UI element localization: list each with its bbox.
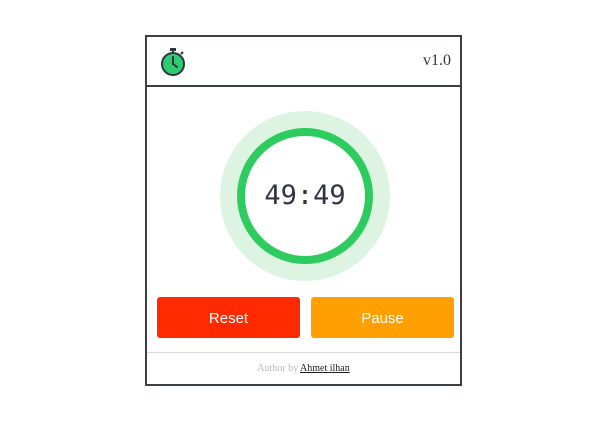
reset-button[interactable]: Reset [157, 297, 300, 338]
stopwatch-icon [159, 47, 187, 77]
author-link[interactable]: Ahmet ilhan [300, 363, 350, 374]
timer-ring: 49:49 [220, 111, 390, 281]
header: v1.0 [147, 37, 460, 87]
timer-card: v1.0 49:49 Reset Pause Author by Ahmet i… [145, 35, 462, 386]
timer-display: 49:49 [264, 180, 346, 211]
pause-button[interactable]: Pause [311, 297, 454, 338]
author-prefix: Author by [257, 363, 301, 374]
version-label: v1.0 [423, 52, 451, 69]
footer: Author by Ahmet ilhan [147, 352, 460, 384]
